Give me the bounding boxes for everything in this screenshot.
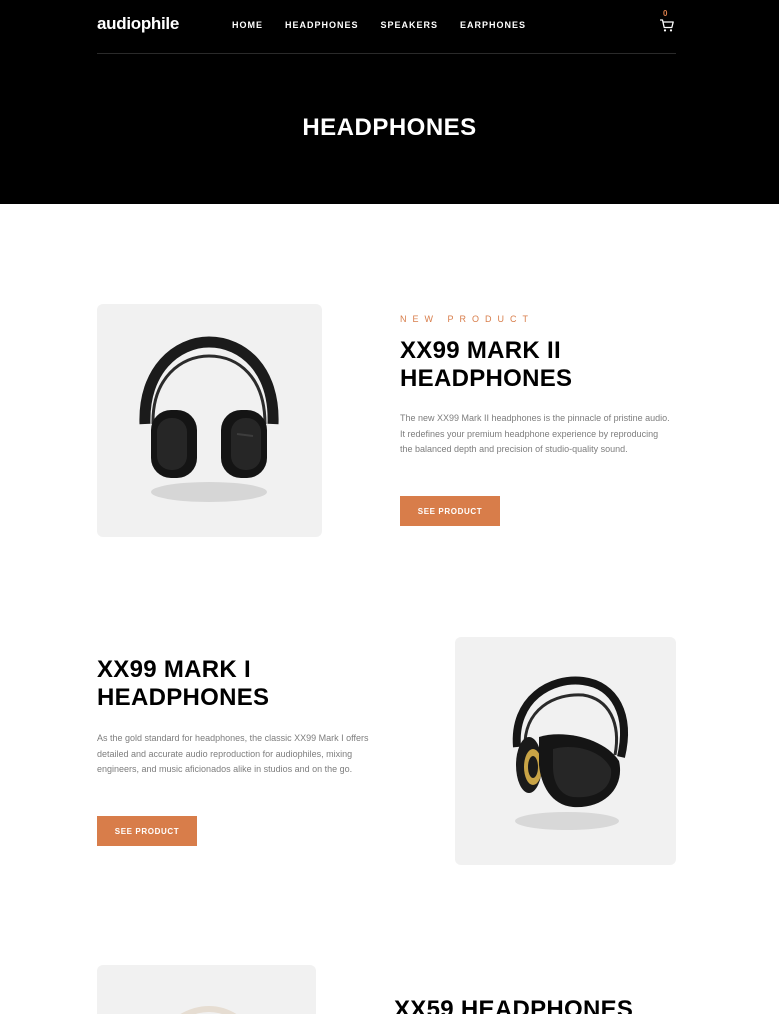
new-product-overline: NEW PRODUCT <box>400 314 534 324</box>
see-product-button[interactable]: SEE PRODUCT <box>97 816 197 846</box>
logo[interactable]: audiophile <box>97 14 179 34</box>
see-product-button[interactable]: SEE PRODUCT <box>400 496 500 526</box>
product-name: XX99 MARK I HEADPHONES <box>97 656 270 711</box>
page-title: HEADPHONES <box>302 114 477 141</box>
cart-button[interactable]: 0 <box>660 10 676 34</box>
headphones-image <box>139 336 279 502</box>
headphones-image <box>512 676 628 830</box>
headphones-image <box>180 1005 237 1014</box>
cart-icon <box>660 19 674 32</box>
nav-earphones[interactable]: EARPHONES <box>460 20 526 30</box>
product-description: As the gold standard for headphones, the… <box>97 733 369 774</box>
product-description: The new XX99 Mark II headphones is the p… <box>400 413 670 454</box>
nav-links: HOME HEADPHONES SPEAKERS EARPHONES <box>232 20 526 30</box>
product-image-xx99-mark-i <box>455 637 676 865</box>
product-image-xx59 <box>97 965 316 1014</box>
product-name: XX99 MARK II HEADPHONES <box>400 337 573 392</box>
nav-home[interactable]: HOME <box>232 20 263 30</box>
nav-speakers[interactable]: SPEAKERS <box>381 20 439 30</box>
hero-header: audiophile HOME HEADPHONES SPEAKERS EARP… <box>0 0 779 204</box>
product-image-xx99-mark-ii <box>97 304 322 537</box>
cart-count-badge: 0 <box>663 9 668 18</box>
nav-headphones[interactable]: HEADPHONES <box>285 20 359 30</box>
top-navbar: audiophile HOME HEADPHONES SPEAKERS EARP… <box>97 0 676 54</box>
product-name: XX59 HEADPHONES <box>394 996 634 1014</box>
